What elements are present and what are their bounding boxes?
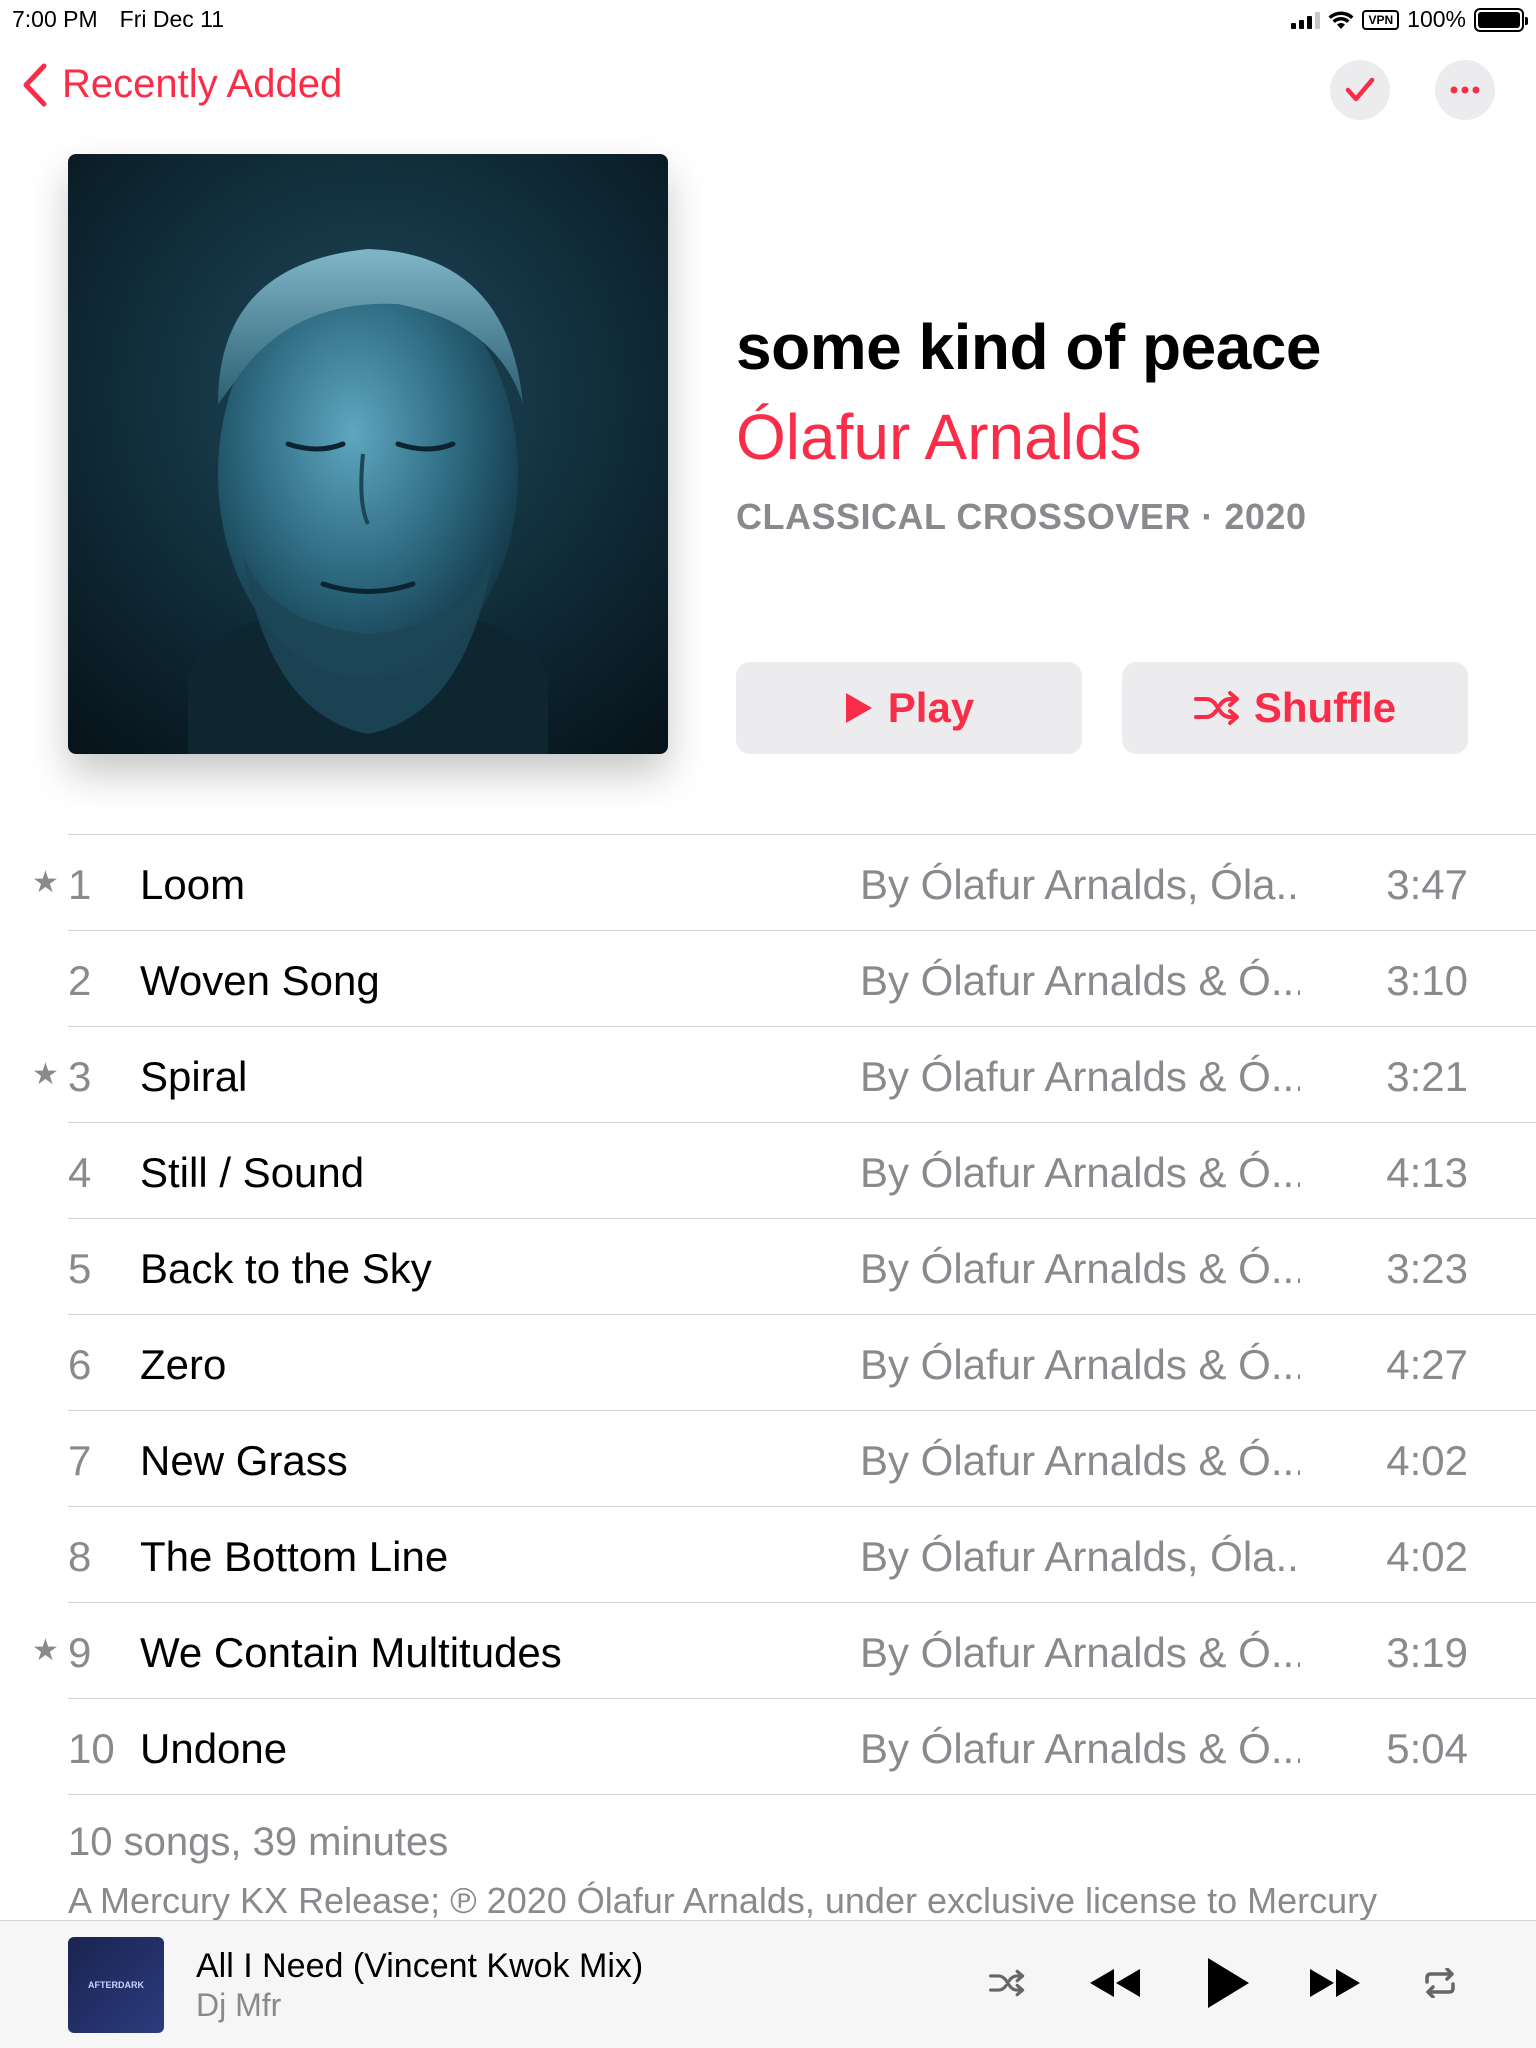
battery-icon	[1474, 7, 1528, 32]
track-number: 3	[68, 1053, 92, 1100]
track-title: Loom	[140, 861, 246, 908]
add-to-library-button[interactable]	[1330, 60, 1390, 120]
album-summary: 10 songs, 39 minutes	[68, 1820, 449, 1864]
track-duration: 3:10	[1386, 957, 1468, 1004]
shuffle-button[interactable]: Shuffle	[1122, 662, 1468, 754]
play-icon	[845, 693, 872, 723]
track-artist: By Ólafur Arnalds, Óla...	[860, 1533, 1300, 1580]
mini-shuffle-button[interactable]	[985, 1951, 1029, 2015]
track-artist: By Ólafur Arnalds & Ó...	[860, 1341, 1300, 1388]
track-number: 9	[68, 1629, 92, 1676]
track-duration: 3:19	[1386, 1629, 1468, 1676]
track-artist: By Ólafur Arnalds & Ó...	[860, 1245, 1300, 1292]
track-artist: By Ólafur Arnalds & Ó...	[860, 1629, 1300, 1676]
track-number: 10	[68, 1725, 115, 1772]
track-row[interactable]: ★ 3 Spiral By Ólafur Arnalds & Ó... 3:21	[32, 1026, 1536, 1122]
track-row[interactable]: 8 The Bottom Line By Ólafur Arnalds, Óla…	[68, 1506, 1536, 1602]
track-artist: By Ólafur Arnalds & Ó...	[860, 1149, 1300, 1196]
vpn-badge: VPN	[1362, 9, 1400, 30]
battery-percent: 100%	[1407, 6, 1466, 32]
track-row[interactable]: 5 Back to the Sky By Ólafur Arnalds & Ó.…	[68, 1218, 1536, 1314]
chevron-left-icon	[23, 63, 47, 106]
track-artist: By Ólafur Arnalds & Ó...	[860, 1437, 1300, 1484]
status-time: 7:00 PM	[12, 6, 98, 32]
track-duration: 4:13	[1386, 1149, 1468, 1196]
track-duration: 4:02	[1386, 1437, 1468, 1484]
track-duration: 4:27	[1386, 1341, 1468, 1388]
track-row[interactable]: ★ 9 We Contain Multitudes By Ólafur Arna…	[32, 1602, 1536, 1698]
track-title: We Contain Multitudes	[140, 1629, 562, 1676]
track-row[interactable]: 7 New Grass By Ólafur Arnalds & Ó... 4:0…	[68, 1410, 1536, 1506]
fast-forward-button[interactable]	[1305, 1951, 1365, 2015]
star-icon: ★	[32, 1634, 59, 1667]
play-button[interactable]: Play	[736, 662, 1082, 754]
track-title: Spiral	[140, 1053, 248, 1100]
track-number: 6	[68, 1341, 92, 1388]
album-genre-year: CLASSICAL CROSSOVER · 2020	[736, 496, 1307, 537]
track-artist: By Ólafur Arnalds & Ó...	[860, 957, 1300, 1004]
mini-player-artwork[interactable]: AFTERDARK	[68, 1937, 164, 2033]
album-title: some kind of peace	[736, 311, 1321, 383]
repeat-button[interactable]	[1418, 1951, 1462, 2015]
fast-forward-icon	[1310, 1969, 1360, 1997]
checkmark-icon	[1345, 77, 1375, 102]
track-duration: 5:04	[1386, 1725, 1468, 1772]
track-number: 8	[68, 1533, 92, 1580]
star-icon: ★	[32, 1058, 59, 1091]
shuffle-label: Shuffle	[1253, 684, 1397, 731]
rewind-icon	[1090, 1969, 1140, 1997]
status-bar: 7:00 PM Fri Dec 11 VPN 100%	[0, 0, 1536, 40]
track-number: 1	[68, 861, 92, 908]
track-row[interactable]: 2 Woven Song By Ólafur Arnalds & Ó... 3:…	[68, 930, 1536, 1026]
mini-player[interactable]: AFTERDARK All I Need (Vincent Kwok Mix) …	[0, 1920, 1536, 2048]
status-date: Fri Dec 11	[119, 6, 225, 32]
track-artist: By Ólafur Arnalds & Ó...	[860, 1725, 1300, 1772]
track-title: New Grass	[140, 1437, 348, 1484]
track-title: Woven Song	[140, 957, 380, 1004]
track-title: Undone	[140, 1725, 288, 1772]
track-row[interactable]: 10 Undone By Ólafur Arnalds & Ó... 5:04	[68, 1698, 1536, 1794]
track-duration: 3:23	[1386, 1245, 1468, 1292]
repeat-icon	[1425, 1968, 1455, 1998]
track-number: 7	[68, 1437, 92, 1484]
rewind-button[interactable]	[1085, 1951, 1145, 2015]
album-artwork	[68, 154, 668, 754]
divider	[68, 1794, 1536, 1795]
track-duration: 4:02	[1386, 1533, 1468, 1580]
star-icon: ★	[32, 866, 59, 899]
track-row[interactable]: ★ 1 Loom By Ólafur Arnalds, Óla... 3:47	[32, 834, 1536, 930]
track-title: Zero	[140, 1341, 227, 1388]
shuffle-icon	[989, 1969, 1025, 1997]
track-number: 4	[68, 1149, 92, 1196]
track-number: 5	[68, 1245, 92, 1292]
track-row[interactable]: 4 Still / Sound By Ólafur Arnalds & Ó...…	[68, 1122, 1536, 1218]
back-button[interactable]: Recently Added	[22, 62, 342, 107]
play-icon	[1208, 1958, 1249, 2008]
ellipsis-icon	[1450, 86, 1480, 94]
play-pause-button[interactable]	[1200, 1951, 1256, 2015]
now-playing-title[interactable]: All I Need (Vincent Kwok Mix)	[196, 1947, 643, 1986]
mini-player-art-text: AFTERDARK	[88, 1980, 144, 1990]
back-label: Recently Added	[62, 62, 343, 106]
track-title: Back to the Sky	[140, 1245, 432, 1292]
track-title: The Bottom Line	[140, 1533, 449, 1580]
track-artist: By Ólafur Arnalds, Óla...	[860, 861, 1300, 908]
copyright-text: A Mercury KX Release; ℗ 2020 Ólafur Arna…	[68, 1880, 1378, 1920]
play-label: Play	[887, 684, 975, 731]
cellular-signal-icon	[1291, 11, 1321, 29]
album-artist-link[interactable]: Ólafur Arnalds	[736, 400, 1142, 474]
track-row[interactable]: 6 Zero By Ólafur Arnalds & Ó... 4:27	[68, 1314, 1536, 1410]
wifi-icon	[1328, 10, 1354, 29]
track-duration: 3:47	[1386, 861, 1468, 908]
shuffle-icon	[1193, 691, 1239, 725]
track-artist: By Ólafur Arnalds & Ó...	[860, 1053, 1300, 1100]
track-title: Still / Sound	[140, 1149, 365, 1196]
track-list: ★ 1 Loom By Ólafur Arnalds, Óla... 3:47 …	[0, 834, 1536, 1795]
more-options-button[interactable]	[1435, 60, 1495, 120]
now-playing-artist: Dj Mfr	[196, 1987, 282, 2023]
track-duration: 3:21	[1386, 1053, 1468, 1100]
track-number: 2	[68, 957, 92, 1004]
